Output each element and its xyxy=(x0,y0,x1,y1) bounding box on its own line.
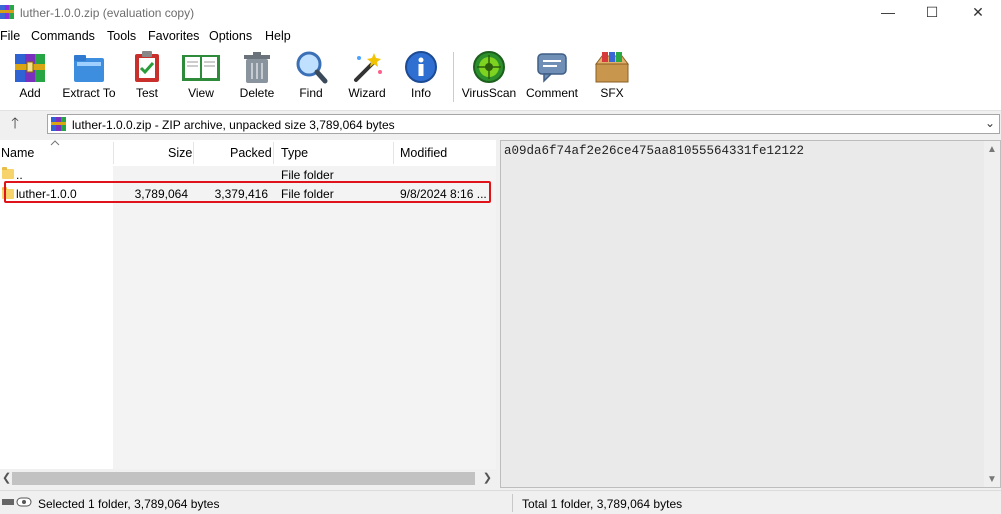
toolbar: Add Extract To Test View Delete Find Wiz… xyxy=(0,46,1001,111)
row-type: File folder xyxy=(281,168,334,182)
menu-commands[interactable]: Commands xyxy=(31,29,95,43)
status-bar: Selected 1 folder, 3,789,064 bytes Total… xyxy=(0,490,1001,514)
column-divider[interactable] xyxy=(113,142,114,164)
sfx-box-icon xyxy=(595,52,629,83)
sfx-label: SFX xyxy=(600,86,624,100)
drive-icon xyxy=(2,497,32,507)
up-arrow-icon: 🡑 xyxy=(11,115,19,132)
column-divider[interactable] xyxy=(193,142,194,164)
menu-tools[interactable]: Tools xyxy=(107,29,136,43)
horizontal-scrollbar[interactable]: ❮ ❯ xyxy=(0,469,496,488)
close-button[interactable]: ✕ xyxy=(955,0,1001,26)
menu-favorites[interactable]: Favorites xyxy=(148,29,199,43)
row-name: .. xyxy=(16,168,23,182)
title-bar: luther-1.0.0.zip (evaluation copy) — ☐ ✕ xyxy=(0,0,1001,26)
test-clipboard-icon xyxy=(135,51,159,82)
virusscan-label: VirusScan xyxy=(461,86,517,100)
scroll-left-icon[interactable]: ❮ xyxy=(2,471,11,484)
status-divider xyxy=(512,494,513,512)
sfx-button[interactable]: SFX xyxy=(590,50,634,100)
column-header-modified[interactable]: Modified xyxy=(400,146,447,160)
test-label: Test xyxy=(135,86,158,100)
scroll-right-icon[interactable]: ❯ xyxy=(483,471,492,484)
extract-to-button[interactable]: Extract To xyxy=(62,50,116,100)
window-title: luther-1.0.0.zip (evaluation copy) xyxy=(20,6,195,20)
comment-label: Comment xyxy=(525,86,578,100)
magnifier-icon xyxy=(296,51,328,84)
extract-folder-icon xyxy=(74,55,104,82)
view-book-icon xyxy=(182,55,220,81)
info-button[interactable]: Info xyxy=(402,50,440,100)
selection-highlight xyxy=(4,181,491,203)
vertical-scrollbar[interactable]: ▲ ▼ xyxy=(984,141,1000,487)
address-text: luther-1.0.0.zip - ZIP archive, unpacked… xyxy=(72,118,395,132)
maximize-button[interactable]: ☐ xyxy=(909,0,955,26)
up-one-level-button[interactable]: 🡑 xyxy=(6,116,24,134)
magic-wand-icon xyxy=(354,53,382,82)
address-field[interactable]: luther-1.0.0.zip - ZIP archive, unpacked… xyxy=(47,114,1000,134)
scroll-down-icon[interactable]: ▼ xyxy=(987,474,997,485)
delete-button[interactable]: Delete xyxy=(236,50,278,100)
folder-icon xyxy=(2,167,14,179)
status-selected: Selected 1 folder, 3,789,064 bytes xyxy=(38,497,220,511)
test-button[interactable]: Test xyxy=(127,50,167,100)
size-columns-background xyxy=(113,166,496,469)
virusscan-button[interactable]: VirusScan xyxy=(460,50,518,100)
delete-label: Delete xyxy=(239,86,275,100)
winrar-app-icon xyxy=(0,5,14,19)
menu-help[interactable]: Help xyxy=(265,29,291,43)
menu-file[interactable]: File xyxy=(0,29,20,43)
view-label: View xyxy=(188,86,214,100)
column-headers: Name Size Packed Type Modified xyxy=(0,140,496,166)
column-divider[interactable] xyxy=(273,142,274,164)
find-label: Find xyxy=(299,86,323,100)
archive-comment: a09da6f74af2e26ce475aa81055564331fe12122 xyxy=(504,144,805,158)
column-divider[interactable] xyxy=(393,142,394,164)
toolbar-separator xyxy=(453,52,454,102)
scrollbar-thumb[interactable] xyxy=(12,472,475,485)
info-label: Info xyxy=(410,86,431,100)
address-bar: 🡑 luther-1.0.0.zip - ZIP archive, unpack… xyxy=(0,111,1001,138)
file-list: Name Size Packed Type Modified .. File f… xyxy=(0,140,496,488)
wizard-button[interactable]: Wizard xyxy=(345,50,389,100)
info-icon xyxy=(405,51,437,83)
chevron-down-icon[interactable]: ⌄ xyxy=(985,116,995,130)
menu-bar: File Commands Tools Favorites Options He… xyxy=(0,26,1001,46)
column-header-size[interactable]: Size xyxy=(168,146,192,160)
scroll-up-icon[interactable]: ▲ xyxy=(987,144,997,155)
sort-ascending-icon xyxy=(50,140,60,146)
find-button[interactable]: Find xyxy=(291,50,331,100)
view-button[interactable]: View xyxy=(179,50,223,100)
column-header-packed[interactable]: Packed xyxy=(230,146,272,160)
status-total: Total 1 folder, 3,789,064 bytes xyxy=(522,497,683,511)
menu-options[interactable]: Options xyxy=(209,29,252,43)
column-header-name[interactable]: Name xyxy=(1,146,34,160)
add-archive-icon xyxy=(15,54,45,82)
wizard-label: Wizard xyxy=(348,86,386,100)
comment-pane: a09da6f74af2e26ce475aa81055564331fe12122… xyxy=(500,140,1001,488)
comment-button[interactable]: Comment xyxy=(523,50,581,100)
comment-bubble-icon xyxy=(537,53,567,83)
virus-scan-icon xyxy=(473,51,505,83)
minimize-button[interactable]: — xyxy=(865,0,911,26)
trash-can-icon xyxy=(244,52,270,83)
add-button[interactable]: Add xyxy=(10,50,50,100)
zip-archive-icon xyxy=(51,117,66,131)
column-header-type[interactable]: Type xyxy=(281,146,308,160)
extract-to-label: Extract To xyxy=(62,86,116,100)
add-label: Add xyxy=(19,86,41,100)
